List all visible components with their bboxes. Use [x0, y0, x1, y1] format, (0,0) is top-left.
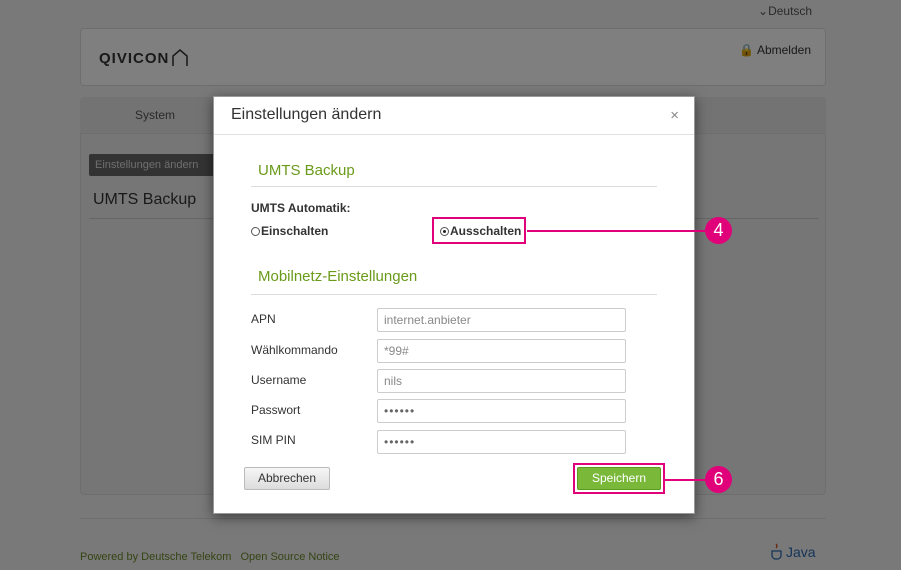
field-label-dial: Wählkommando	[251, 343, 338, 357]
section-title-mobile: Mobilnetz-Einstellungen	[258, 268, 418, 285]
sim-pin-input[interactable]: ••••••	[377, 430, 626, 454]
callout-badge-6: 6	[705, 466, 732, 493]
dialog-header: Einstellungen ändern ×	[214, 97, 694, 135]
section-divider	[251, 294, 657, 295]
password-input[interactable]: ••••••	[377, 399, 626, 423]
radio-ausschalten-label: Ausschalten	[450, 224, 522, 238]
radio-einschalten[interactable]: Einschalten	[251, 224, 328, 238]
dial-command-input[interactable]: *99#	[377, 339, 626, 363]
cancel-button[interactable]: Abbrechen	[244, 467, 330, 490]
close-icon[interactable]: ×	[670, 107, 679, 124]
radio-on-icon	[440, 226, 449, 236]
callout-badge-4: 4	[705, 217, 732, 244]
callout-line-6	[664, 479, 705, 481]
callout-line-4	[527, 230, 705, 232]
radio-off-icon	[251, 226, 260, 236]
dialog-title: Einstellungen ändern	[231, 106, 382, 123]
section-divider	[251, 186, 657, 187]
section-title-umts: UMTS Backup	[258, 162, 355, 179]
settings-dialog: Einstellungen ändern × UMTS Backup UMTS …	[213, 96, 695, 514]
field-label-password: Passwort	[251, 403, 301, 417]
umts-automatic-label: UMTS Automatik:	[251, 201, 351, 215]
save-button[interactable]: Speichern	[577, 467, 661, 490]
field-label-simpin: SIM PIN	[251, 433, 296, 447]
field-label-username: Username	[251, 373, 307, 387]
radio-ausschalten[interactable]: Ausschalten	[440, 224, 521, 238]
radio-einschalten-label: Einschalten	[261, 224, 329, 238]
apn-input[interactable]: internet.anbieter	[377, 308, 626, 332]
field-label-apn: APN	[251, 312, 276, 326]
username-input[interactable]: nils	[377, 369, 626, 393]
